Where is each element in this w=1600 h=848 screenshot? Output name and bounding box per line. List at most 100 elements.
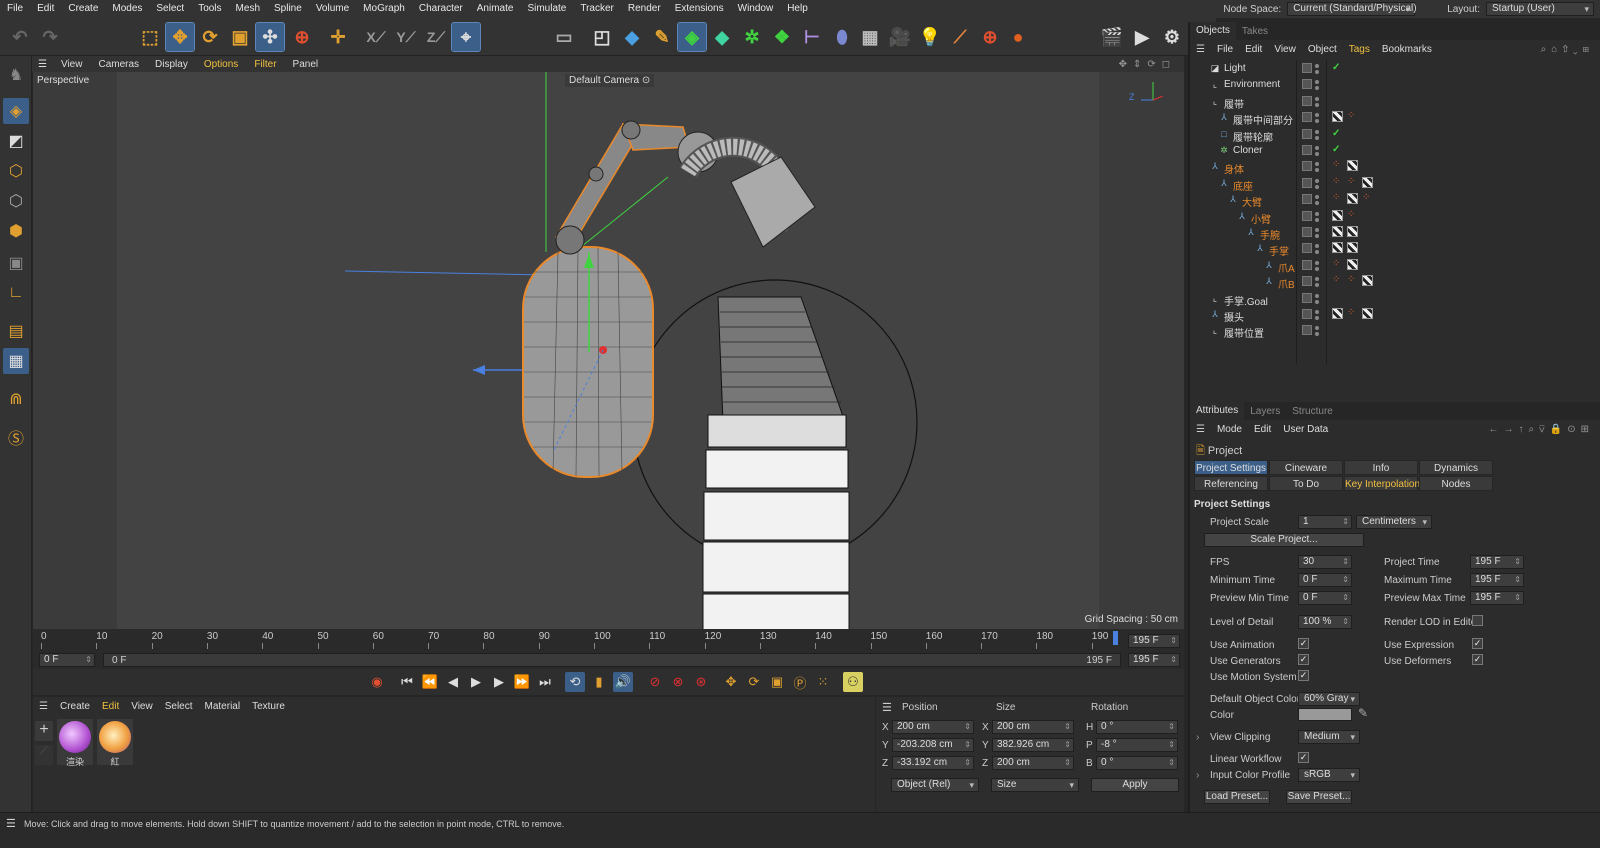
object-row[interactable]: ⅄ 大臂 ⁘ ⁘	[1190, 191, 1600, 210]
spline-pen-icon[interactable]: ◰	[588, 23, 616, 51]
ik-tag-icon[interactable]: ⁘	[1332, 176, 1342, 187]
texture-tag-icon[interactable]	[1347, 193, 1358, 205]
menu-window[interactable]: Window	[731, 0, 781, 18]
texture-tag-icon[interactable]	[1347, 226, 1358, 237]
model-mode-icon[interactable]: ◈	[3, 98, 29, 124]
menu-render[interactable]: Render	[621, 0, 668, 18]
layer-toggle-icon[interactable]	[1302, 112, 1312, 123]
use-generators-checkbox[interactable]: ✓	[1298, 654, 1309, 665]
texture-tag-icon[interactable]	[1332, 308, 1343, 319]
key-pla-icon[interactable]: ⁙	[813, 672, 833, 692]
use-motion-checkbox[interactable]: ✓	[1298, 670, 1309, 681]
texture-tag-icon[interactable]	[1362, 176, 1373, 188]
tab-takes[interactable]: Takes	[1236, 26, 1274, 37]
snap-icon[interactable]: ⋒	[3, 386, 29, 412]
eyedropper-icon[interactable]: ✎	[1358, 706, 1368, 720]
coord-size-select[interactable]: Size	[991, 778, 1079, 792]
cloner-icon[interactable]: ✲	[738, 23, 766, 51]
timeline[interactable]: 0 10 20 30 40 50 60 70 80 90 100 110 120 130 140 150 160…	[33, 629, 1184, 669]
editor-visibility-icon[interactable]	[1315, 162, 1319, 167]
input-profile-expand-icon[interactable]: ›	[1196, 770, 1199, 781]
object-row[interactable]: ⅄ 摄头 ⁘	[1190, 306, 1600, 324]
timeline-ruler[interactable]: 0 10 20 30 40 50 60 70 80 90 100 110 120 130 140 150 160…	[41, 631, 1121, 649]
render-visibility-icon[interactable]	[1315, 102, 1319, 107]
ik-tag-icon[interactable]: ⁘	[1347, 275, 1357, 285]
render-visibility-icon[interactable]	[1315, 152, 1319, 156]
mograph-icon[interactable]: ❖	[768, 23, 796, 51]
material-swatch[interactable]: 紅	[97, 719, 133, 767]
menu-modes[interactable]: Modes	[105, 0, 149, 18]
apply-button[interactable]: Apply	[1091, 778, 1179, 792]
layer-toggle-icon[interactable]	[1302, 259, 1312, 270]
texture-tag-icon[interactable]	[1347, 258, 1358, 270]
object-row[interactable]: ⅄ 爪B ⁘ ⁘	[1190, 273, 1600, 291]
sketch-icon[interactable]: ●	[1004, 23, 1032, 51]
loop-icon[interactable]: ⟲	[565, 672, 585, 692]
layer-toggle-icon[interactable]	[1302, 276, 1312, 287]
ik-tag-icon[interactable]: ⁘	[1332, 193, 1342, 203]
save-preset-button[interactable]: Save Preset...	[1286, 790, 1352, 804]
render-visibility-icon[interactable]	[1315, 86, 1319, 91]
object-row[interactable]: ⅄ 手掌	[1190, 240, 1600, 258]
render-visibility-icon[interactable]	[1315, 266, 1319, 271]
material-menu-edit[interactable]: Edit	[96, 701, 125, 712]
material-menu-view[interactable]: View	[125, 701, 159, 712]
viewport-menu-cameras[interactable]: Cameras	[90, 59, 147, 70]
grid-icon[interactable]: ▦	[3, 348, 29, 374]
subdivision-icon[interactable]: ◈	[677, 22, 707, 52]
viewport-menu-filter[interactable]: Filter	[246, 59, 284, 70]
project-tab-to-do[interactable]: To Do	[1269, 476, 1343, 491]
record-icon[interactable]: ◉	[367, 672, 387, 692]
input-profile-select[interactable]: sRGB	[1298, 768, 1360, 782]
menu-file[interactable]: File	[0, 0, 30, 18]
render-visibility-icon[interactable]	[1315, 217, 1319, 222]
editor-visibility-icon[interactable]	[1315, 228, 1319, 232]
editor-visibility-icon[interactable]	[1315, 293, 1319, 298]
min-time-field[interactable]: 0 F	[1298, 573, 1352, 587]
texture-tag-icon[interactable]	[1362, 308, 1373, 319]
layer-toggle-icon[interactable]	[1302, 325, 1312, 336]
object-row[interactable]: ⌞ 履带位置	[1190, 322, 1600, 340]
menu-create[interactable]: Create	[61, 0, 105, 18]
ik-tag-icon[interactable]: ⁘	[1362, 193, 1372, 203]
project-tab-info[interactable]: Info	[1344, 460, 1418, 475]
use-animation-checkbox[interactable]: ✓	[1298, 638, 1309, 649]
tab-layers[interactable]: Layers	[1244, 406, 1286, 417]
view-clipping-select[interactable]: Medium	[1298, 730, 1360, 744]
max-time-field[interactable]: 195 F	[1470, 573, 1524, 587]
texture-mode-icon[interactable]: ◩	[3, 128, 29, 154]
render-picture-viewer-icon[interactable]: ▶	[1128, 23, 1156, 51]
deformer-icon[interactable]: ⊢	[798, 23, 826, 51]
ik-tag-icon[interactable]: ⁘	[1347, 209, 1357, 220]
attributes-hamburger-icon[interactable]: ☰	[1190, 424, 1211, 435]
next-frame-icon[interactable]: ▶	[489, 672, 509, 692]
use-expression-checkbox[interactable]: ✓	[1472, 638, 1483, 649]
project-tab-nodes[interactable]: Nodes	[1419, 476, 1493, 491]
project-tab-key-interpolation[interactable]: Key Interpolation	[1344, 476, 1420, 491]
view-clipping-expand-icon[interactable]: ›	[1196, 732, 1199, 743]
menu-tools[interactable]: Tools	[191, 0, 228, 18]
timeline-playhead[interactable]	[1113, 631, 1118, 645]
fps-field[interactable]: 30	[1298, 555, 1352, 569]
editor-visibility-icon[interactable]	[1315, 277, 1319, 282]
layer-toggle-icon[interactable]	[1302, 292, 1312, 303]
layout-select[interactable]: Startup (User)	[1486, 2, 1594, 16]
menu-spline[interactable]: Spline	[267, 0, 309, 18]
solo-icon[interactable]: Ⓢ	[3, 424, 29, 450]
live-selection-icon[interactable]: ⬚	[136, 23, 164, 51]
menu-help[interactable]: Help	[780, 0, 815, 18]
layer-toggle-icon[interactable]	[1302, 177, 1312, 188]
ik-icon[interactable]: ⟋	[946, 23, 974, 51]
key-rotation-icon[interactable]: ⟳	[744, 672, 764, 692]
ik-tag-icon[interactable]: ⁘	[1347, 308, 1357, 318]
viewport-menu-display[interactable]: Display	[147, 59, 196, 70]
material-tool-icon[interactable]: ⟋	[35, 745, 53, 765]
render-visibility-icon[interactable]	[1315, 168, 1319, 173]
editor-visibility-icon[interactable]	[1315, 80, 1319, 85]
objects-search-icon[interactable]: ⌕⌂⇧⌄⊞	[1541, 44, 1600, 55]
texture-tag-icon[interactable]	[1347, 160, 1358, 172]
preview-min-field[interactable]: 0 F	[1298, 591, 1352, 605]
layer-toggle-icon[interactable]	[1302, 161, 1312, 172]
editor-visibility-icon[interactable]	[1315, 129, 1319, 134]
coord-hamburger-icon[interactable]: ☰	[882, 701, 892, 714]
